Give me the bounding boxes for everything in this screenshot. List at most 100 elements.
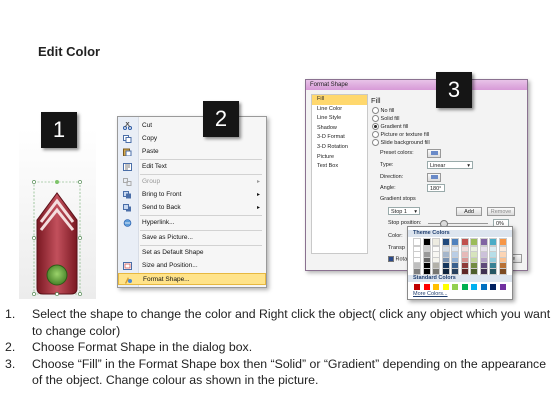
- color-swatch[interactable]: [470, 251, 478, 259]
- color-swatch[interactable]: [460, 251, 469, 259]
- color-swatch[interactable]: [422, 256, 431, 264]
- color-swatch[interactable]: [422, 245, 431, 253]
- color-swatch[interactable]: [441, 251, 450, 259]
- color-swatch[interactable]: [498, 262, 507, 270]
- color-swatch[interactable]: [489, 251, 497, 259]
- nav-item-text-box[interactable]: Text Box: [312, 162, 367, 172]
- color-swatch[interactable]: [422, 268, 431, 275]
- color-swatch[interactable]: [460, 245, 469, 253]
- menu-item-bring-to-front[interactable]: Bring to Front ▸: [118, 189, 266, 201]
- color-swatch[interactable]: [451, 245, 459, 253]
- color-swatch[interactable]: [479, 245, 488, 253]
- color-swatch[interactable]: [441, 268, 450, 275]
- option-picture-fill[interactable]: Picture or texture fill: [372, 131, 429, 138]
- angle-input[interactable]: 180°: [427, 184, 445, 192]
- color-swatch[interactable]: [432, 256, 440, 264]
- stop-position-slider[interactable]: [428, 223, 488, 224]
- color-swatch[interactable]: [413, 268, 421, 275]
- menu-item-edit-text[interactable]: Edit Text: [118, 161, 266, 173]
- direction-dropdown[interactable]: [427, 173, 441, 182]
- color-swatch[interactable]: [471, 284, 477, 290]
- color-swatch[interactable]: [432, 262, 440, 270]
- menu-item-save-as-picture[interactable]: Save as Picture...: [118, 232, 266, 244]
- nav-item-fill[interactable]: Fill: [312, 95, 367, 105]
- color-swatch[interactable]: [479, 268, 488, 275]
- color-swatch[interactable]: [490, 284, 496, 290]
- color-swatch[interactable]: [422, 238, 431, 246]
- color-swatch[interactable]: [470, 262, 478, 270]
- nav-item-line-style[interactable]: Line Style: [312, 114, 367, 124]
- color-swatch[interactable]: [422, 251, 431, 259]
- option-gradient-fill[interactable]: Gradient fill: [372, 123, 408, 130]
- type-select[interactable]: Linear ▾: [427, 161, 473, 169]
- color-swatch[interactable]: [489, 238, 497, 246]
- color-swatch[interactable]: [441, 256, 450, 264]
- color-swatch[interactable]: [423, 284, 430, 290]
- color-swatch[interactable]: [461, 284, 468, 290]
- color-swatch[interactable]: [451, 262, 459, 270]
- color-swatch[interactable]: [498, 268, 507, 275]
- color-swatch[interactable]: [498, 251, 507, 259]
- option-solid-fill[interactable]: Solid fill: [372, 115, 399, 122]
- option-slide-background-fill[interactable]: Slide background fill: [372, 139, 430, 146]
- remove-stop-button[interactable]: Remove: [487, 207, 515, 216]
- color-swatch[interactable]: [422, 262, 431, 270]
- nav-item-3d-rotation[interactable]: 3-D Rotation: [312, 143, 367, 153]
- color-swatch[interactable]: [479, 256, 488, 264]
- color-swatch[interactable]: [413, 245, 421, 253]
- color-swatch[interactable]: [498, 245, 507, 253]
- menu-item-send-to-back[interactable]: Send to Back ▸: [118, 202, 266, 214]
- color-swatch[interactable]: [452, 284, 458, 290]
- color-swatch[interactable]: [414, 284, 420, 290]
- nav-item-3d-format[interactable]: 3-D Format: [312, 133, 367, 143]
- option-no-fill[interactable]: No fill: [372, 107, 394, 114]
- color-swatch[interactable]: [470, 238, 478, 246]
- color-swatch[interactable]: [451, 238, 459, 246]
- color-swatch[interactable]: [441, 245, 450, 253]
- color-swatch[interactable]: [432, 251, 440, 259]
- color-swatch[interactable]: [451, 268, 459, 275]
- color-swatch[interactable]: [479, 262, 488, 270]
- add-stop-button[interactable]: Add: [456, 207, 482, 216]
- color-swatch[interactable]: [451, 256, 459, 264]
- more-colors-link[interactable]: More Colors...: [413, 291, 448, 297]
- color-swatch[interactable]: [460, 256, 469, 264]
- color-swatch[interactable]: [413, 256, 421, 264]
- color-swatch[interactable]: [441, 238, 450, 246]
- menu-item-cut[interactable]: Cut: [118, 120, 266, 132]
- nav-item-picture[interactable]: Picture: [312, 153, 367, 163]
- gradient-stop-select[interactable]: Stop 1 ▾: [388, 207, 420, 215]
- menu-item-paste[interactable]: Paste: [118, 146, 266, 158]
- menu-item-hyperlink[interactable]: Hyperlink...: [118, 217, 266, 229]
- color-swatch[interactable]: [498, 256, 507, 264]
- color-swatch[interactable]: [470, 245, 478, 253]
- color-swatch[interactable]: [489, 268, 497, 275]
- color-swatch[interactable]: [479, 251, 488, 259]
- color-swatch[interactable]: [432, 268, 440, 275]
- color-swatch[interactable]: [470, 256, 478, 264]
- rotate-with-shape-checkbox[interactable]: Rotat: [388, 256, 409, 262]
- color-swatch[interactable]: [479, 238, 488, 246]
- color-swatch[interactable]: [480, 284, 487, 290]
- color-swatch[interactable]: [442, 284, 449, 290]
- color-swatch[interactable]: [470, 268, 478, 275]
- color-swatch[interactable]: [413, 262, 421, 270]
- color-swatch[interactable]: [451, 251, 459, 259]
- color-swatch[interactable]: [413, 238, 421, 246]
- menu-item-copy[interactable]: Copy: [118, 133, 266, 145]
- color-swatch[interactable]: [460, 268, 469, 275]
- color-swatch[interactable]: [489, 256, 497, 264]
- menu-item-size-and-position[interactable]: Size and Position...: [118, 260, 266, 272]
- color-swatch[interactable]: [499, 284, 506, 290]
- color-swatch[interactable]: [432, 238, 440, 246]
- color-swatch[interactable]: [432, 245, 440, 253]
- menu-item-format-shape[interactable]: Format Shape...: [118, 273, 266, 285]
- selected-shape[interactable]: [19, 160, 96, 310]
- color-swatch[interactable]: [413, 251, 421, 259]
- nav-item-shadow[interactable]: Shadow: [312, 124, 367, 134]
- color-swatch[interactable]: [441, 262, 450, 270]
- color-swatch[interactable]: [433, 284, 439, 290]
- color-swatch[interactable]: [489, 262, 497, 270]
- color-swatch[interactable]: [460, 262, 469, 270]
- color-swatch[interactable]: [498, 238, 507, 246]
